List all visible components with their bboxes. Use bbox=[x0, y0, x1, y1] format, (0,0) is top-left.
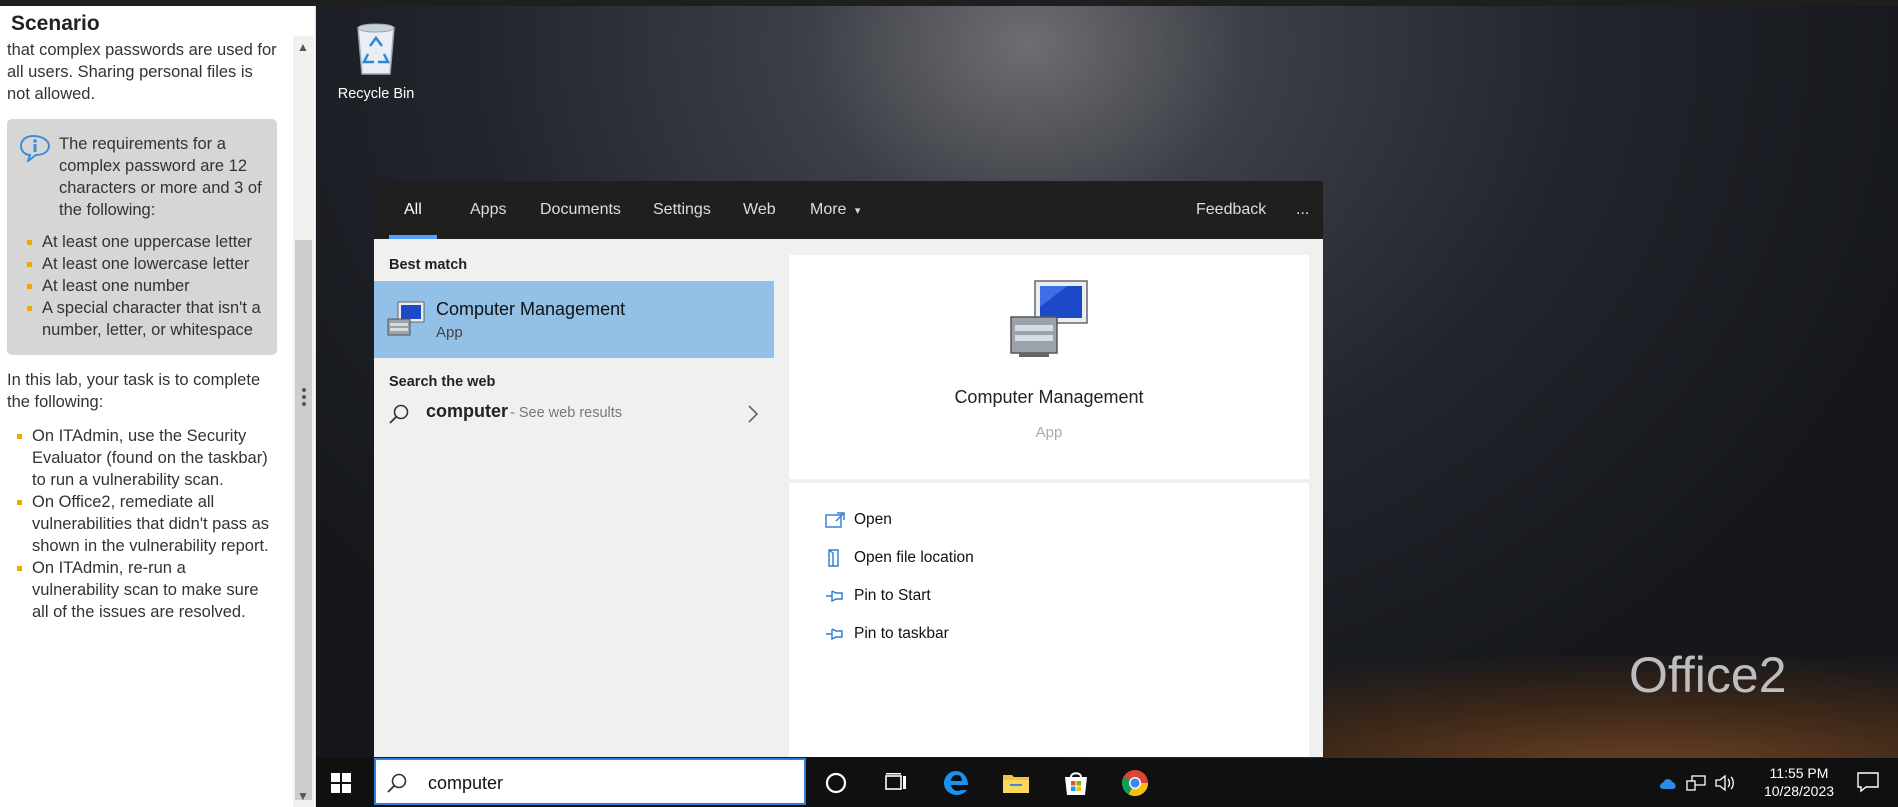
taskbar-search-box[interactable] bbox=[374, 758, 806, 805]
task-intro: In this lab, your task is to complete th… bbox=[7, 371, 261, 411]
search-icon bbox=[389, 404, 409, 424]
panel-scrollbar[interactable]: ▲ ▼ bbox=[293, 36, 314, 807]
computer-management-icon bbox=[387, 301, 425, 336]
task-view-icon[interactable] bbox=[881, 768, 911, 798]
scroll-down-icon[interactable]: ▼ bbox=[297, 789, 309, 803]
panel-title: Scenario bbox=[11, 12, 100, 35]
computer-management-large-icon bbox=[1010, 280, 1088, 357]
notifications-icon[interactable] bbox=[1856, 771, 1880, 793]
panel-resize-handle[interactable] bbox=[300, 385, 308, 415]
requirements-list: At least one uppercase letter At least o… bbox=[17, 231, 267, 341]
open-label: Open bbox=[854, 511, 892, 529]
cortana-icon[interactable] bbox=[821, 768, 851, 798]
chevron-down-icon: ▾ bbox=[854, 205, 861, 217]
info-text: The requirements for a complex password … bbox=[59, 135, 262, 219]
scenario-panel: Scenario that complex passwords are used… bbox=[0, 0, 316, 807]
pin-to-taskbar-label: Pin to taskbar bbox=[854, 625, 949, 643]
clock-date: 10/28/2023 bbox=[1763, 783, 1835, 799]
microsoft-store-icon[interactable] bbox=[1061, 768, 1091, 798]
best-match-heading: Best match bbox=[389, 257, 468, 273]
list-item: At least one uppercase letter bbox=[27, 231, 267, 253]
list-item: On ITAdmin, use the Security Evaluator (… bbox=[17, 425, 277, 491]
open-icon bbox=[825, 512, 845, 528]
edge-browser-icon[interactable] bbox=[941, 768, 971, 798]
recycle-bin-shortcut[interactable]: Recycle Bin bbox=[336, 20, 416, 102]
list-item: A special character that isn't a number,… bbox=[27, 297, 267, 341]
best-match-type: App bbox=[436, 324, 463, 341]
windows-start-icon[interactable] bbox=[330, 772, 352, 794]
taskbar-clock[interactable]: 11:55 PM 10/28/2023 bbox=[1754, 764, 1844, 800]
open-file-location-label: Open file location bbox=[854, 549, 974, 567]
search-tabs: All Apps Documents Settings Web More ▾ F… bbox=[374, 181, 1323, 239]
computer-name-watermark: Office2 bbox=[1629, 647, 1787, 703]
chevron-right-icon[interactable] bbox=[746, 403, 760, 425]
file-explorer-icon[interactable] bbox=[1001, 768, 1031, 798]
pin-icon bbox=[826, 628, 843, 641]
results-list: Best match Computer Management App Searc… bbox=[374, 239, 789, 757]
chrome-browser-icon[interactable] bbox=[1120, 768, 1150, 798]
onedrive-cloud-icon[interactable] bbox=[1658, 776, 1678, 790]
more-options-button[interactable]: ... bbox=[1296, 201, 1309, 219]
best-match-result[interactable]: Computer Management App bbox=[374, 281, 774, 358]
tab-more[interactable]: More ▾ bbox=[810, 201, 860, 219]
pin-to-taskbar-action[interactable]: Pin to taskbar bbox=[824, 625, 949, 643]
feedback-button[interactable]: Feedback bbox=[1196, 201, 1266, 219]
web-hint: - See web results bbox=[510, 405, 623, 421]
open-action[interactable]: Open bbox=[824, 511, 892, 529]
tab-documents[interactable]: Documents bbox=[540, 201, 621, 219]
intro-text: that complex passwords are used for all … bbox=[7, 41, 277, 103]
web-search-result[interactable]: computer - See web results bbox=[386, 399, 766, 429]
task-list: On ITAdmin, use the Security Evaluator (… bbox=[7, 425, 277, 623]
list-item: On ITAdmin, re-run a vulnerability scan … bbox=[17, 557, 277, 623]
pin-to-start-action[interactable]: Pin to Start bbox=[824, 587, 931, 605]
search-input[interactable] bbox=[426, 772, 790, 795]
detail-name: Computer Management bbox=[954, 387, 1144, 407]
list-item: At least one lowercase letter bbox=[27, 253, 267, 275]
result-detail: Computer Management App bbox=[789, 255, 1309, 479]
detail-actions: Open Open file location Pin to Start Pin… bbox=[789, 483, 1309, 757]
taskbar: 11:55 PM 10/28/2023 bbox=[316, 758, 1898, 807]
info-box: The requirements for a complex password … bbox=[7, 119, 277, 355]
detail-type: App bbox=[1035, 424, 1063, 441]
search-icon bbox=[387, 773, 407, 793]
tab-apps[interactable]: Apps bbox=[470, 201, 506, 219]
scroll-thumb[interactable] bbox=[295, 240, 312, 800]
tab-web[interactable]: Web bbox=[743, 201, 776, 219]
pin-icon bbox=[826, 590, 843, 603]
network-icon[interactable] bbox=[1686, 774, 1706, 792]
scenario-content: that complex passwords are used for all … bbox=[7, 39, 277, 623]
volume-icon[interactable] bbox=[1714, 773, 1736, 793]
list-item: At least one number bbox=[27, 275, 267, 297]
clock-time: 11:55 PM bbox=[1769, 765, 1829, 781]
info-icon bbox=[19, 134, 51, 162]
tab-settings[interactable]: Settings bbox=[653, 201, 711, 219]
open-file-location-action[interactable]: Open file location bbox=[824, 549, 974, 567]
search-flyout: All Apps Documents Settings Web More ▾ F… bbox=[374, 181, 1323, 757]
tab-all[interactable]: All bbox=[404, 201, 422, 219]
pin-to-start-label: Pin to Start bbox=[854, 587, 931, 605]
web-query: computer bbox=[426, 401, 509, 421]
tab-more-label: More bbox=[810, 201, 847, 218]
recycle-bin-label: Recycle Bin bbox=[337, 86, 415, 102]
scroll-up-icon[interactable]: ▲ bbox=[297, 40, 309, 54]
best-match-name: Computer Management bbox=[436, 299, 626, 319]
file-location-icon bbox=[828, 549, 839, 567]
list-item: On Office2, remediate all vulnerabilitie… bbox=[17, 491, 277, 557]
web-heading: Search the web bbox=[389, 374, 496, 390]
recycle-bin-icon bbox=[357, 23, 395, 75]
